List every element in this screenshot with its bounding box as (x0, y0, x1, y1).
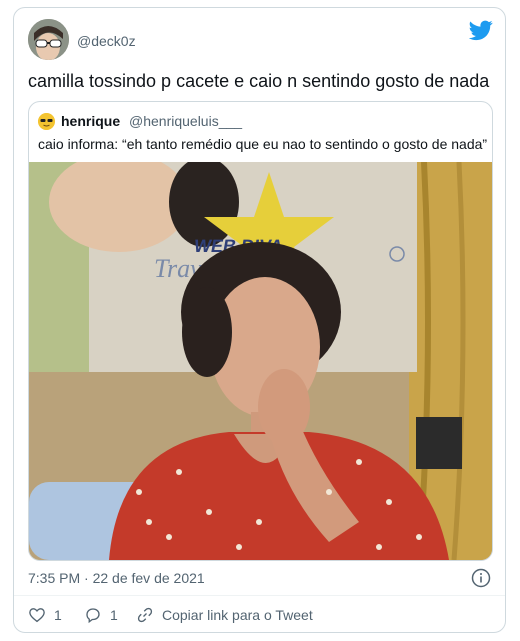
video-frame-illustration: WEB DIVA Travestuana (29, 162, 492, 560)
heart-icon (29, 608, 45, 623)
link-icon (137, 607, 153, 623)
avatar[interactable] (28, 19, 69, 60)
tweet-card[interactable]: @deck0z camilla tossindo p cacete e caio… (13, 7, 506, 633)
twitter-bird-icon[interactable] (469, 18, 493, 42)
quoted-author-handle[interactable]: @henriqueluis___ (129, 113, 242, 129)
sunglasses-emoji-avatar (38, 113, 55, 130)
reply-count: 1 (110, 607, 118, 623)
quoted-avatar[interactable] (38, 113, 55, 130)
tweet-text: camilla tossindo p cacete e caio n senti… (28, 71, 490, 91)
like-button[interactable]: 1 (28, 606, 62, 624)
author-handle[interactable]: @deck0z (77, 33, 136, 49)
quoted-tweet-text: caio informa: “eh tanto remédio que eu n… (38, 136, 488, 152)
info-icon[interactable] (471, 568, 491, 588)
avatar-image (28, 19, 69, 60)
divider (14, 595, 505, 596)
tweet-timestamp[interactable]: 7:35 PM · 22 de fev de 2021 (28, 570, 205, 586)
quoted-tweet[interactable]: henrique @henriqueluis___ caio informa: … (28, 101, 493, 561)
copy-link-button[interactable]: Copiar link para o Tweet (136, 606, 313, 624)
quoted-author-name[interactable]: henrique (61, 113, 120, 129)
quoted-video-thumbnail[interactable]: WEB DIVA Travestuana (29, 162, 492, 560)
reply-icon (86, 608, 100, 624)
like-count: 1 (54, 607, 62, 623)
copy-link-label: Copiar link para o Tweet (162, 607, 313, 623)
reply-button[interactable]: 1 (84, 606, 118, 624)
